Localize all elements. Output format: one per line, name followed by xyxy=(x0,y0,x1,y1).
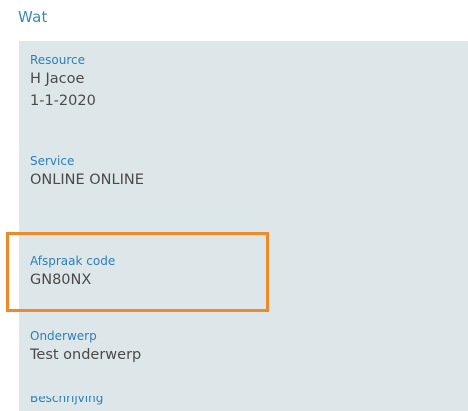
subject-label: Onderwerp xyxy=(30,329,97,343)
service-label: Service xyxy=(30,154,75,168)
service-value: ONLINE ONLINE xyxy=(30,172,144,188)
description-label: Beschrijving xyxy=(30,396,104,405)
subject-field: Onderwerp Test onderwerp xyxy=(30,328,141,366)
section-title: Wat xyxy=(18,8,48,26)
resource-name: H Jacoe xyxy=(30,71,85,87)
service-field: Service ONLINE ONLINE xyxy=(30,153,144,191)
resource-label: Resource xyxy=(30,53,86,67)
description-field: Beschrijving xyxy=(30,396,103,406)
highlight-box xyxy=(6,232,269,312)
resource-date: 1-1-2020 xyxy=(30,93,96,109)
subject-value: Test onderwerp xyxy=(30,347,142,363)
resource-field: Resource H Jacoe 1-1-2020 xyxy=(30,52,96,112)
